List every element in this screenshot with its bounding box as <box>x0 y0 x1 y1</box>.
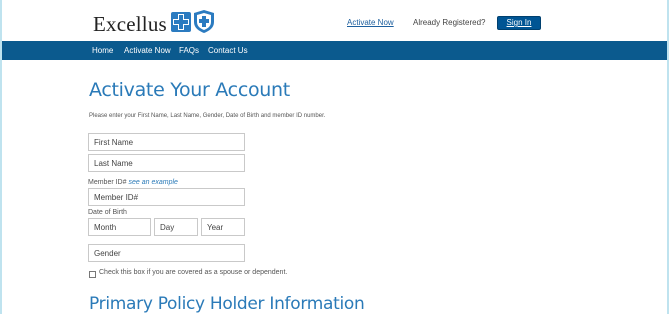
spouse-dependent-checkbox[interactable] <box>89 271 96 278</box>
last-name-input[interactable]: Last Name <box>88 154 245 172</box>
header: Excellus Activate Now Already Registered… <box>2 0 667 41</box>
nav-item-contact-us[interactable]: Contact Us <box>208 46 248 55</box>
sign-in-button[interactable]: Sign In <box>497 16 541 30</box>
primary-policy-holder-heading: Primary Policy Holder Information <box>89 294 365 314</box>
logo-wordmark: Excellus <box>93 12 167 36</box>
page-title: Activate Your Account <box>89 79 290 101</box>
blue-cross-logo-icon <box>171 12 191 32</box>
see-example-link[interactable]: see an example <box>129 179 178 186</box>
blue-shield-logo-icon <box>194 10 214 33</box>
member-id-label-text: Member ID# <box>88 179 127 186</box>
gender-select[interactable]: Gender <box>88 244 245 262</box>
dob-year-input[interactable]: Year <box>201 218 245 236</box>
dob-day-input[interactable]: Day <box>154 218 198 236</box>
dob-month-input[interactable]: Month <box>88 218 151 236</box>
nav-item-activate-now[interactable]: Activate Now <box>124 46 171 55</box>
activate-now-link[interactable]: Activate Now <box>347 18 394 27</box>
member-id-input[interactable]: Member ID# <box>88 188 245 206</box>
main-nav: Home Activate Now FAQs Contact Us <box>2 41 667 60</box>
instructions-text: Please enter your First Name, Last Name,… <box>89 113 326 119</box>
date-of-birth-label: Date of Birth <box>88 209 127 216</box>
nav-item-faqs[interactable]: FAQs <box>179 46 199 55</box>
already-registered-text: Already Registered? <box>413 18 486 27</box>
first-name-input[interactable]: First Name <box>88 133 245 151</box>
member-id-label: Member ID# see an example <box>88 179 178 186</box>
spouse-dependent-label: Check this box if you are covered as a s… <box>99 269 288 276</box>
nav-item-home[interactable]: Home <box>92 46 113 55</box>
